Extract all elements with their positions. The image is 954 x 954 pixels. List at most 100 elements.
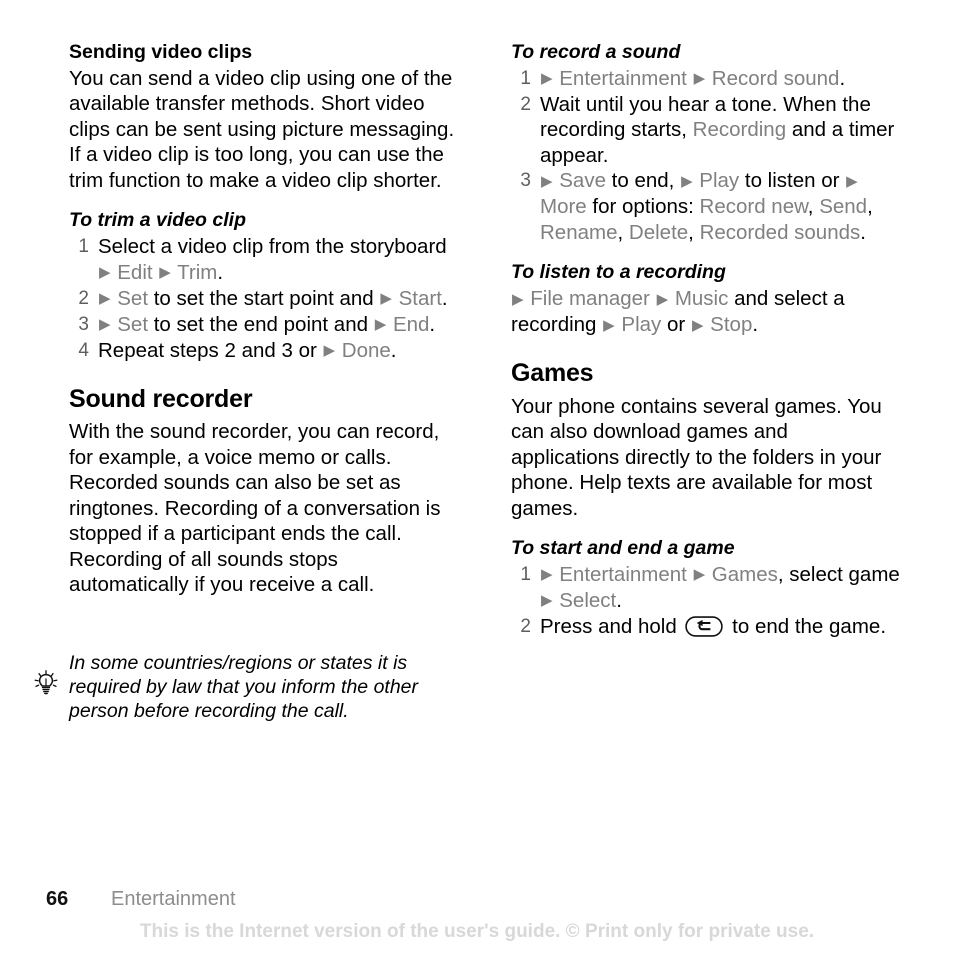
page-number: 66 [46, 888, 69, 910]
user-guide-page: Sending video clips You can send a video… [0, 0, 954, 954]
menu-arrow-icon: ▶ [99, 290, 111, 308]
back-key-icon [685, 616, 724, 637]
menu-term: Recording [692, 118, 787, 142]
procedure-step: 1 Select a video clip from the storyboard… [69, 234, 459, 286]
procedure-step: 1 ▶ Entertainment ▶ Games, select game ▶ … [511, 562, 901, 614]
menu-term: Edit [111, 260, 159, 284]
menu-term: More [540, 195, 593, 219]
paragraph-games: Your phone contains several games. You c… [511, 394, 882, 520]
step-number: 1 [78, 236, 89, 258]
menu-term: Play [615, 313, 667, 337]
menu-arrow-icon: ▶ [541, 566, 553, 584]
step-text: ▶ Set to set the start point and ▶ Start… [98, 287, 448, 310]
menu-arrow-icon: ▶ [380, 290, 392, 308]
menu-arrow-icon: ▶ [323, 342, 336, 360]
menu-term: Stop [704, 313, 753, 337]
step-text: Repeat steps 2 and 3 or ▶ Done. [98, 339, 396, 362]
step-text: Select a video clip from the storyboard … [98, 235, 447, 284]
menu-term: Save [553, 169, 612, 193]
step-number: 4 [78, 339, 89, 361]
menu-arrow-icon: ▶ [693, 566, 706, 584]
heading-to-trim-a-video-clip: To trim a video clip [69, 209, 246, 232]
menu-term: Set [111, 286, 154, 310]
menu-term: Rename [540, 220, 618, 244]
step-text: Press and hold to end the game. [540, 615, 886, 638]
menu-arrow-icon: ▶ [541, 592, 553, 610]
menu-term: Done [336, 338, 391, 362]
tip-text: In some countries/regions or states it i… [69, 651, 419, 722]
body-text: , [688, 220, 700, 244]
body-text: . [752, 313, 759, 337]
body-text: . [217, 260, 224, 284]
menu-arrow-icon: ▶ [159, 264, 171, 282]
menu-term: Select [553, 588, 617, 612]
body-text: . [616, 588, 622, 612]
procedure-step: 2 Wait until you hear a tone. When the re… [511, 92, 901, 169]
menu-arrow-icon: ▶ [512, 290, 524, 308]
steps-to-trim-a-video-clip: 1 Select a video clip from the storyboard… [69, 234, 459, 364]
step-number: 2 [78, 287, 89, 309]
body-text: . [390, 338, 397, 362]
procedure-step: 1 ▶ Entertainment ▶ Record sound. [511, 66, 901, 92]
menu-term: Play [693, 169, 745, 193]
step-text: ▶ Save to end, ▶ Play to listen or ▶ Mor… [540, 169, 873, 244]
menu-arrow-icon: ▶ [691, 316, 704, 334]
steps-to-start-and-end-a-game: 1 ▶ Entertainment ▶ Games, select game ▶ … [511, 562, 901, 640]
step-text: ▶ Entertainment ▶ Games, select game ▶ S… [540, 563, 900, 612]
menu-term: Record new [699, 195, 808, 219]
step-number: 2 [520, 615, 531, 637]
menu-term: Games [706, 562, 778, 586]
step-number: 3 [520, 170, 531, 192]
step-number: 2 [520, 93, 531, 115]
heading-to-start-and-end-a-game: To start and end a game [511, 537, 735, 560]
body-text: for options: [592, 195, 700, 219]
menu-arrow-icon: ▶ [99, 316, 111, 334]
menu-term: Music [669, 287, 735, 311]
menu-term: Start [392, 286, 442, 310]
menu-arrow-icon: ▶ [541, 172, 553, 190]
menu-term: End [387, 312, 430, 336]
body-text: Select a video clip from the storyboard [98, 235, 447, 259]
menu-term: Recorded sounds [699, 220, 861, 244]
body-text: to listen or [744, 169, 846, 193]
left-column: Sending video clips You can send a video… [69, 41, 459, 598]
menu-term: File manager [524, 287, 656, 311]
menu-arrow-icon: ▶ [846, 172, 858, 190]
menu-arrow-icon: ▶ [681, 172, 693, 190]
body-text: , [807, 195, 820, 219]
menu-term: Delete [628, 220, 689, 244]
menu-arrow-icon: ▶ [603, 316, 615, 334]
menu-term: Record sound [706, 66, 840, 90]
body-text: or [667, 313, 691, 337]
heading-games: Games [511, 359, 594, 388]
steps-to-record-a-sound: 1 ▶ Entertainment ▶ Record sound. 2 Wait un… [511, 66, 901, 246]
procedure-step: 4 Repeat steps 2 and 3 or ▶ Done. [69, 338, 459, 364]
heading-sound-recorder: Sound recorder [69, 384, 253, 413]
paragraph-sending-video-clips: You can send a video clip using one of t… [69, 66, 455, 192]
heading-sending-video-clips: Sending video clips [69, 41, 253, 63]
right-column: To record a sound 1 ▶ Entertainment ▶ Rec… [511, 41, 901, 639]
paragraph-sound-recorder: With the sound recorder, you can record,… [69, 420, 441, 597]
menu-term: Send [819, 195, 868, 219]
menu-arrow-icon: ▶ [656, 290, 669, 308]
body-text: Press and hold [540, 614, 683, 638]
step-text: Wait until you hear a tone. When the rec… [540, 93, 894, 167]
body-text: to end the game. [726, 614, 887, 638]
body-text: . [429, 312, 436, 336]
body-text: to end, [611, 169, 681, 193]
step-number: 3 [78, 313, 89, 335]
menu-arrow-icon: ▶ [374, 316, 387, 334]
procedure-step: 2 Press and hold to end the game. [511, 614, 901, 640]
menu-term: Entertainment [553, 66, 693, 90]
step-text: ▶ Set to set the end point and ▶ End. [98, 313, 435, 336]
body-text: . [860, 220, 866, 244]
body-text: to set the start point and [153, 286, 380, 310]
step-text: ▶ Entertainment ▶ Record sound. [540, 67, 845, 90]
body-text: , [617, 220, 629, 244]
procedure-step: 3 ▶ Set to set the end point and ▶ End. [69, 312, 459, 338]
menu-arrow-icon: ▶ [693, 70, 706, 88]
body-text: , [867, 195, 873, 219]
